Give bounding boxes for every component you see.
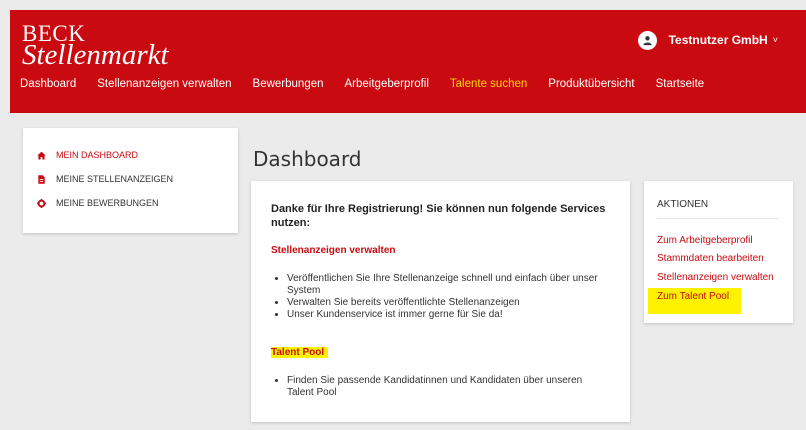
sidebar-item-label: MEINE BEWERBUNGEN bbox=[56, 198, 159, 208]
sidebar: MEIN DASHBOARD MEINE STELLENANZEIGEN MEI… bbox=[23, 128, 238, 233]
nav-bewerbungen[interactable]: Bewerbungen bbox=[253, 78, 324, 94]
sidebar-item-dashboard[interactable]: MEIN DASHBOARD bbox=[37, 150, 138, 160]
dashboard-card: Danke für Ihre Registrierung! Sie können… bbox=[251, 181, 630, 422]
page-title: Dashboard bbox=[253, 147, 362, 171]
main-nav: Dashboard Stellenanzeigen verwalten Bewe… bbox=[20, 78, 725, 94]
list-item: Unser Kundenservice ist immer gerne für … bbox=[287, 309, 607, 321]
sidebar-item-stellenanzeigen[interactable]: MEINE STELLENANZEIGEN bbox=[37, 174, 173, 184]
home-icon bbox=[37, 151, 46, 160]
list-item: Veröffentlichen Sie Ihre Stellenanzeige … bbox=[287, 273, 607, 297]
user-icon bbox=[637, 30, 657, 50]
link-stellenanzeigen-verwalten[interactable]: Stellenanzeigen verwalten bbox=[657, 272, 774, 283]
service-list-stellenanzeigen: Veröffentlichen Sie Ihre Stellenanzeige … bbox=[287, 273, 607, 321]
nav-stellenanzeigen-verwalten[interactable]: Stellenanzeigen verwalten bbox=[97, 78, 231, 94]
gear-icon bbox=[37, 198, 46, 208]
nav-dashboard[interactable]: Dashboard bbox=[20, 78, 76, 94]
sidebar-item-label: MEIN DASHBOARD bbox=[56, 150, 139, 160]
service-list-talent-pool: Finden Sie passende Kandidatinnen und Ka… bbox=[287, 375, 597, 399]
header-bar: BECK Stellenmarkt Testnutzer GmbH ˅ Dash… bbox=[10, 10, 806, 113]
nav-startseite[interactable]: Startseite bbox=[656, 78, 705, 94]
nav-talente-suchen[interactable]: Talente suchen bbox=[450, 78, 527, 94]
document-icon bbox=[37, 174, 46, 184]
link-arbeitgeberprofil[interactable]: Zum Arbeitgeberprofil bbox=[657, 235, 753, 246]
nav-produktuebersicht[interactable]: Produktübersicht bbox=[548, 78, 634, 94]
nav-arbeitgeberprofil[interactable]: Arbeitgeberprofil bbox=[345, 78, 429, 94]
aktionen-heading: AKTIONEN bbox=[657, 199, 709, 210]
link-talent-pool[interactable]: Zum Talent Pool bbox=[657, 291, 729, 302]
section-heading-talent-pool: Talent Pool bbox=[271, 347, 329, 358]
chevron-down-icon: ˅ bbox=[772, 35, 778, 45]
intro-text: Danke für Ihre Registrierung! Sie können… bbox=[271, 203, 606, 229]
sidebar-item-bewerbungen[interactable]: MEINE BEWERBUNGEN bbox=[37, 198, 159, 208]
talent-pool-heading-text: Talent Pool bbox=[271, 347, 329, 358]
user-name: Testnutzer GmbH bbox=[668, 33, 768, 47]
section-heading-stellenanzeigen: Stellenanzeigen verwalten bbox=[271, 245, 396, 256]
sidebar-item-label: MEINE STELLENANZEIGEN bbox=[56, 174, 174, 184]
divider bbox=[657, 218, 779, 219]
link-stammdaten-bearbeiten[interactable]: Stammdaten bearbeiten bbox=[657, 253, 764, 264]
logo-stellenmarkt[interactable]: Stellenmarkt bbox=[22, 41, 169, 70]
list-item: Finden Sie passende Kandidatinnen und Ka… bbox=[287, 375, 597, 399]
user-menu[interactable]: Testnutzer GmbH ˅ bbox=[637, 30, 778, 50]
list-item: Verwalten Sie bereits veröffentlichte St… bbox=[287, 297, 607, 309]
